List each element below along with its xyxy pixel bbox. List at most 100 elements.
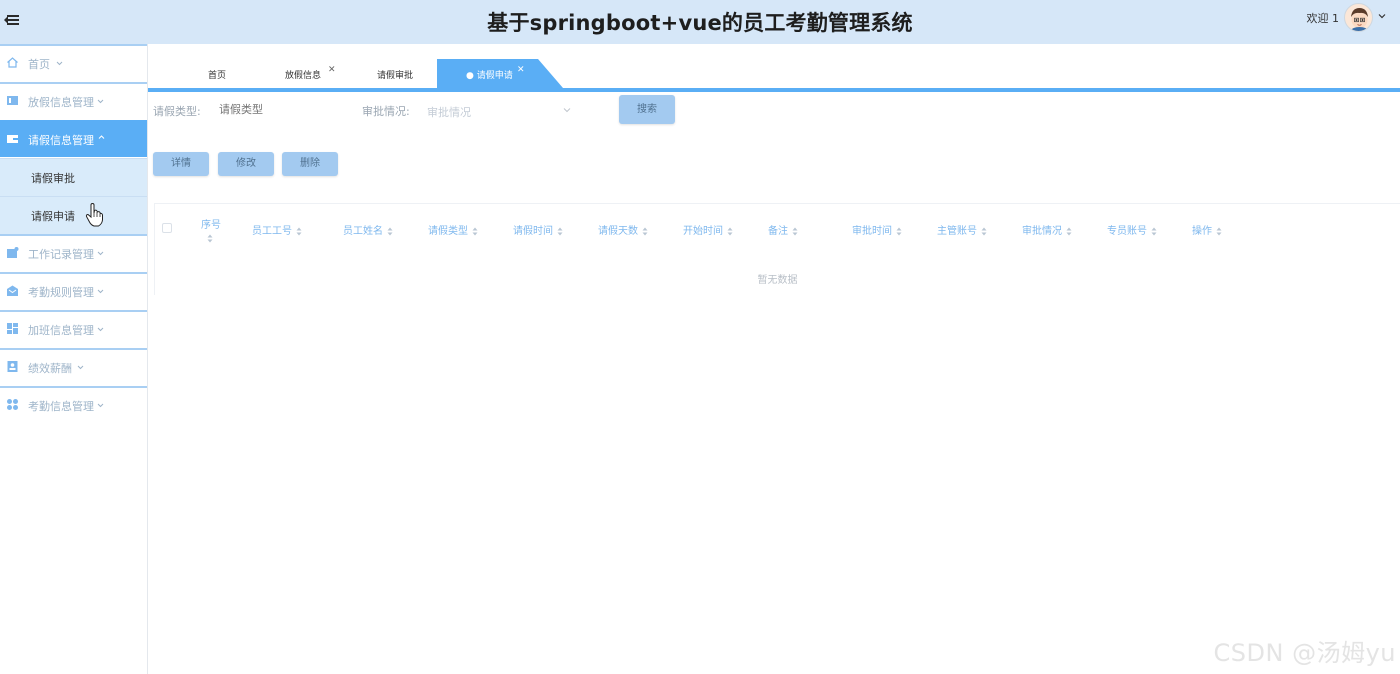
sidebar-item-label: 放假信息管理 (28, 96, 94, 109)
chevron-down-icon (97, 251, 104, 256)
user-avatar[interactable] (1344, 3, 1373, 32)
sidebar-item-label: 考勤信息管理 (28, 400, 94, 413)
column-header-leave-time[interactable]: 请假时间 (513, 222, 563, 237)
sidebar-item-label: 工作记录管理 (28, 248, 94, 261)
watermark: CSDN @汤姆yu (1213, 639, 1396, 667)
apps-icon (7, 399, 18, 410)
sort-icon (642, 227, 648, 235)
tabs-underline (148, 88, 1400, 92)
detail-button[interactable]: 详情 (153, 152, 209, 176)
sort-icon (472, 227, 478, 235)
sort-icon (1066, 227, 1072, 235)
tab-label: 放假信息 (285, 71, 322, 81)
tab-holiday-info[interactable]: 放假信息 ✕ (276, 59, 346, 88)
sort-icon (296, 227, 302, 235)
approval-status-select[interactable]: 审批情况 (427, 97, 571, 123)
sidebar-item-work-records[interactable]: 工作记录管理 (0, 234, 147, 271)
welcome-text: 欢迎 1 (1306, 12, 1340, 25)
data-table: 序号 员工工号 员工姓名 请假类型 请假时间 请假天数 开始时间 备注 审批时间… (154, 203, 1400, 295)
approval-status-placeholder: 审批情况 (427, 106, 471, 119)
wallet-icon (7, 135, 18, 143)
sort-icon (981, 227, 987, 235)
tab-leave-approval[interactable]: 请假审批 (368, 59, 428, 88)
edit-button[interactable]: 修改 (218, 152, 274, 176)
active-tab-tail (538, 59, 563, 88)
sidebar-item-overtime[interactable]: 加班信息管理 (0, 310, 147, 347)
chevron-down-icon (97, 403, 104, 408)
sidebar-subitem-leave-request[interactable]: 请假申请 (0, 196, 147, 234)
column-header-label: 专员账号 (1107, 226, 1147, 237)
sidebar-item-label: 加班信息管理 (28, 324, 94, 337)
sidebar-subitem-label: 请假审批 (31, 172, 75, 185)
column-header-operations[interactable]: 操作 (1192, 222, 1222, 237)
top-header: 基于springboot+vue的员工考勤管理系统 欢迎 1 (0, 0, 1400, 44)
column-header-label: 序号 (201, 220, 221, 231)
sort-icon (896, 227, 902, 235)
column-header-leave-days[interactable]: 请假天数 (598, 222, 648, 237)
table-empty-text: 暂无数据 (757, 275, 798, 286)
column-header-specialist-account[interactable]: 专员账号 (1107, 222, 1157, 237)
chevron-down-icon (77, 365, 84, 370)
sidebar-item-attendance-rules[interactable]: 考勤规则管理 (0, 272, 147, 309)
search-button[interactable]: 搜索 (619, 95, 675, 124)
hand-pointer-icon (85, 203, 103, 227)
leave-type-input[interactable] (219, 98, 339, 122)
chevron-down-icon (56, 61, 63, 66)
sidebar-subitem-leave-approval[interactable]: 请假审批 (0, 158, 147, 196)
column-header-label: 员工姓名 (343, 226, 383, 237)
sidebar-item-leave[interactable]: 请假信息管理 (0, 120, 147, 157)
leave-type-label: 请假类型: (153, 105, 201, 118)
home-icon (7, 57, 18, 68)
sidebar-subitem-label: 请假申请 (31, 210, 75, 223)
sort-icon (387, 227, 393, 235)
sort-icon (727, 227, 733, 235)
column-header-label: 请假天数 (598, 226, 638, 237)
chevron-up-icon (98, 135, 105, 139)
sort-icon (1151, 227, 1157, 235)
tab-home[interactable]: 首页 (198, 59, 238, 88)
id-card-icon (7, 361, 18, 372)
column-header-label: 主管账号 (937, 226, 977, 237)
briefcase-icon (7, 247, 19, 258)
chevron-down-icon (97, 327, 104, 332)
column-header-supervisor-account[interactable]: 主管账号 (937, 222, 987, 237)
sidebar-item-performance-pay[interactable]: 绩效薪酬 (0, 348, 147, 385)
select-all-checkbox[interactable] (162, 223, 172, 233)
chevron-down-icon (97, 99, 104, 104)
app-root: 基于springboot+vue的员工考勤管理系统 欢迎 1 首页 放假信息管理… (0, 0, 1400, 674)
sort-icon (1216, 227, 1222, 235)
sidebar-item-home[interactable]: 首页 (0, 44, 147, 81)
sidebar-item-label: 首页 (28, 58, 50, 71)
close-icon[interactable]: ✕ (328, 65, 336, 75)
app-title: 基于springboot+vue的员工考勤管理系统 (487, 11, 913, 35)
sort-icon (557, 227, 563, 235)
column-header-label: 备注 (768, 226, 788, 237)
close-icon[interactable]: ✕ (517, 65, 525, 75)
sidebar-item-label: 请假信息管理 (28, 134, 94, 147)
column-header-label: 审批情况 (1022, 226, 1062, 237)
approval-status-label: 审批情况: (362, 105, 410, 118)
grid-icon (7, 323, 18, 334)
envelope-icon (7, 285, 18, 296)
column-header-label: 请假类型 (428, 226, 468, 237)
column-header-remarks[interactable]: 备注 (768, 222, 798, 237)
column-header-approval-status[interactable]: 审批情况 (1022, 222, 1072, 237)
chevron-down-icon (97, 289, 104, 294)
tab-label: ● 请假申请 (466, 71, 513, 81)
tab-label: 请假审批 (377, 71, 414, 81)
sidebar-item-label: 考勤规则管理 (28, 286, 94, 299)
column-header-employee-name[interactable]: 员工姓名 (343, 222, 393, 237)
sidebar-item-attendance-info[interactable]: 考勤信息管理 (0, 386, 147, 423)
delete-button[interactable]: 删除 (282, 152, 338, 176)
column-header-employee-id[interactable]: 员工工号 (252, 222, 302, 237)
column-header-index[interactable]: 序号 (201, 216, 221, 246)
column-header-label: 员工工号 (252, 226, 292, 237)
tab-leave-request[interactable]: ● 请假申请 ✕ (437, 59, 538, 88)
sidebar-item-holiday[interactable]: 放假信息管理 (0, 82, 147, 119)
sidebar: 首页 放假信息管理 请假信息管理 请假审批 请假申请 工作记录管理 考勤规则管理 (0, 44, 148, 674)
chevron-down-icon[interactable] (1378, 12, 1386, 20)
column-header-leave-type[interactable]: 请假类型 (428, 222, 478, 237)
column-header-start-time[interactable]: 开始时间 (683, 222, 733, 237)
column-header-approval-time[interactable]: 审批时间 (852, 222, 902, 237)
chevron-down-icon (563, 108, 571, 113)
